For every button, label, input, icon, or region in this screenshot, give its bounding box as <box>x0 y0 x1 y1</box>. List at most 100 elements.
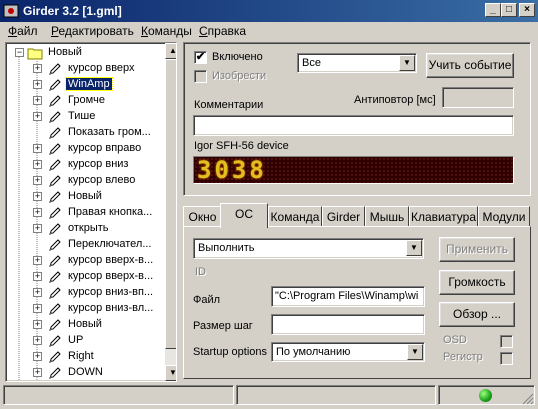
expand-icon[interactable]: + <box>33 352 42 361</box>
tree-item[interactable]: + открыть <box>6 221 166 237</box>
tree-item-label: открыть <box>68 222 109 234</box>
file-label: Файл <box>193 294 221 306</box>
tree-item-label: курсор вниз-вп... <box>68 286 154 298</box>
expand-icon[interactable]: + <box>33 144 42 153</box>
expand-icon[interactable]: + <box>33 288 42 297</box>
menu-help[interactable]: Справка <box>199 24 246 38</box>
command-tree[interactable]: − Новый + курсор вверх + WinAmp + Громче + Тише… <box>5 42 177 382</box>
browse-button[interactable]: Обзор ... <box>439 302 515 327</box>
menu-edit[interactable]: Редактировать <box>51 24 134 38</box>
expand-icon[interactable]: + <box>33 176 42 185</box>
tree-item-label: курсор вверх-в... <box>68 270 154 282</box>
chevron-down-icon[interactable]: ▼ <box>407 344 423 360</box>
tree-item[interactable]: Показать гром... <box>6 125 166 141</box>
window-title: Girder 3.2 [1.gml] <box>23 4 122 18</box>
status-pane-2 <box>236 385 436 405</box>
tree-item[interactable]: + курсор вниз-вл... <box>6 301 166 317</box>
tree-scrollbar[interactable]: ▲ ▼ <box>165 43 176 381</box>
enabled-checkbox[interactable]: ✔ <box>194 51 207 64</box>
comments-field[interactable] <box>193 115 514 136</box>
expand-icon[interactable]: + <box>33 368 42 377</box>
registry-label: Регистр <box>443 351 483 363</box>
tab-mouse[interactable]: Мышь <box>365 206 409 227</box>
tab-window[interactable]: Окно <box>183 206 222 227</box>
expand-icon[interactable]: + <box>33 192 42 201</box>
close-button[interactable]: × <box>519 3 535 17</box>
menu-commands[interactable]: Команды <box>141 24 192 38</box>
tree-item-label: курсор вниз-вл... <box>68 302 154 314</box>
expand-icon[interactable]: + <box>33 272 42 281</box>
menu-file[interactable]: Файл <box>8 24 38 38</box>
scroll-up-button[interactable]: ▲ <box>165 43 176 59</box>
learn-event-button[interactable]: Учить событие <box>426 53 514 78</box>
action-combo[interactable]: Выполнить ▼ <box>193 238 424 259</box>
volume-button[interactable]: Громкость <box>439 270 515 295</box>
tree-item[interactable]: + WinAmp <box>6 77 166 93</box>
step-size-field[interactable] <box>271 314 425 335</box>
pencil-icon <box>49 111 61 123</box>
chevron-down-icon[interactable]: ▼ <box>399 55 415 71</box>
tab-modules[interactable]: Модули <box>478 206 530 227</box>
osd-checkbox[interactable] <box>500 335 513 348</box>
tree-item[interactable]: + Новый <box>6 189 166 205</box>
osd-label: OSD <box>443 334 467 346</box>
title-bar[interactable]: Girder 3.2 [1.gml] _ □ × <box>0 0 538 22</box>
menu-bar: Файл Редактировать Команды Справка <box>0 22 538 41</box>
tree-item[interactable]: Переключател... <box>6 237 166 253</box>
resize-grip-icon[interactable] <box>522 393 534 405</box>
girder-app-icon[interactable] <box>3 3 19 19</box>
device-combo[interactable]: Все ▼ <box>297 53 417 73</box>
tab-os[interactable]: ОС <box>220 203 268 228</box>
tree-item[interactable]: + DOWN <box>6 365 166 381</box>
tab-girder[interactable]: Girder <box>322 206 365 227</box>
startup-options-combo[interactable]: По умолчанию ▼ <box>271 342 425 362</box>
pencil-icon <box>49 303 61 315</box>
expand-icon[interactable]: + <box>33 256 42 265</box>
invert-checkbox[interactable] <box>194 70 207 83</box>
maximize-button[interactable]: □ <box>501 3 517 17</box>
tree-item[interactable]: + курсор вниз <box>6 157 166 173</box>
step-size-label: Размер шаг <box>193 320 253 332</box>
tree-item-label: WinAmp <box>65 77 113 91</box>
expand-icon[interactable]: + <box>33 160 42 169</box>
tree-root[interactable]: − Новый <box>6 45 166 61</box>
collapse-icon[interactable]: − <box>15 48 24 57</box>
apply-button[interactable]: Применить <box>439 237 515 262</box>
tree-item[interactable]: + Новый <box>6 317 166 333</box>
expand-icon[interactable]: + <box>33 112 42 121</box>
tab-keyboard[interactable]: Клавиатура <box>409 206 478 227</box>
repeat-delay-field[interactable] <box>442 87 514 108</box>
expand-icon[interactable]: + <box>33 304 42 313</box>
expand-icon[interactable]: + <box>33 224 42 233</box>
file-path-field[interactable]: "C:\Program Files\Winamp\wi <box>271 286 425 307</box>
registry-checkbox[interactable] <box>500 352 513 365</box>
expand-icon[interactable]: + <box>33 320 42 329</box>
expand-icon[interactable]: + <box>33 80 42 89</box>
expand-icon[interactable]: + <box>33 96 42 105</box>
tree-item[interactable]: + UP <box>6 333 166 349</box>
tree-item[interactable]: + Громче <box>6 93 166 109</box>
chevron-down-icon[interactable]: ▼ <box>406 240 422 256</box>
scroll-thumb[interactable] <box>165 59 176 349</box>
pencil-icon <box>49 175 61 187</box>
tree-item[interactable]: + курсор вниз-вп... <box>6 285 166 301</box>
tree-item[interactable]: + Правая кнопка... <box>6 205 166 221</box>
tree-item[interactable]: + курсор вверх-в... <box>6 253 166 269</box>
enabled-label: Включено <box>212 51 263 63</box>
tree-item[interactable]: + Тише <box>6 109 166 125</box>
scroll-down-button[interactable]: ▼ <box>165 365 176 381</box>
pencil-icon <box>49 127 61 139</box>
expand-icon[interactable]: + <box>33 336 42 345</box>
tree-item[interactable]: + курсор влево <box>6 173 166 189</box>
pencil-icon <box>49 63 61 75</box>
expand-icon[interactable]: + <box>33 208 42 217</box>
tree-item[interactable]: + курсор вверх-в... <box>6 269 166 285</box>
minimize-button[interactable]: _ <box>485 3 501 17</box>
tab-command[interactable]: Команда <box>268 206 322 227</box>
pencil-icon <box>49 255 61 267</box>
tree-item[interactable]: + курсор вверх <box>6 61 166 77</box>
tree-item-label: курсор влево <box>68 174 136 186</box>
tree-item[interactable]: + Right <box>6 349 166 365</box>
expand-icon[interactable]: + <box>33 64 42 73</box>
tree-item[interactable]: + курсор вправо <box>6 141 166 157</box>
